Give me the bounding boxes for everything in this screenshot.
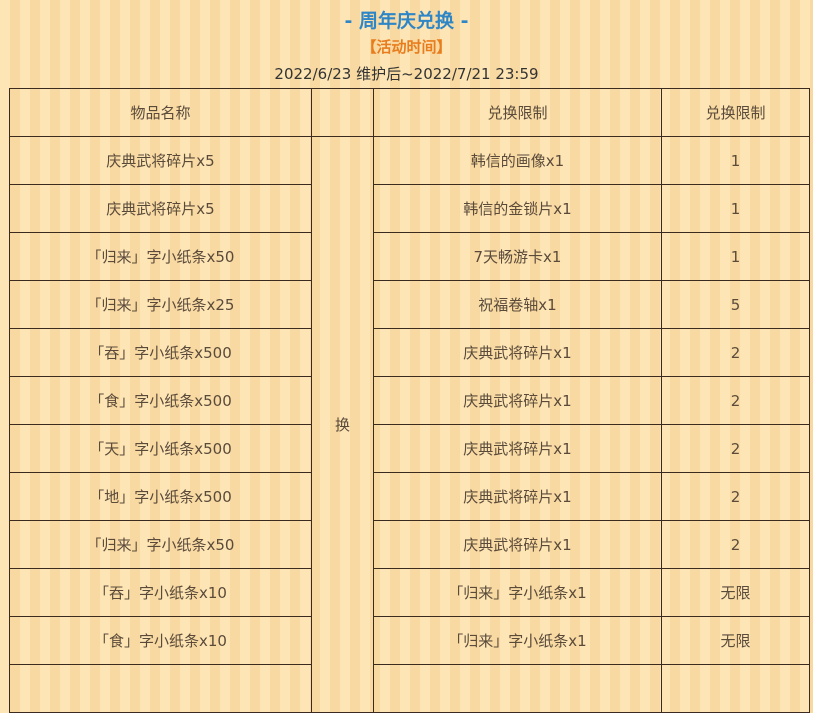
reward-cell: 庆典武将碎片x1 <box>373 520 662 569</box>
table-row: 「归来」字小纸条x25 祝福卷轴x1 5 <box>9 280 810 329</box>
column-header-item: 物品名称 <box>9 88 312 137</box>
column-header-blank <box>311 88 374 137</box>
limit-cell <box>661 664 810 713</box>
exchange-label: 换 <box>311 136 374 713</box>
table-row <box>9 664 810 713</box>
event-time-label: 【活动时间】 <box>361 38 452 56</box>
item-cell: 「吞」字小纸条x500 <box>9 328 312 377</box>
limit-cell: 无限 <box>661 616 810 665</box>
table-row: 「天」字小纸条x500 庆典武将碎片x1 2 <box>9 424 810 473</box>
item-cell: 「地」字小纸条x500 <box>9 472 312 521</box>
item-cell: 「归来」字小纸条x25 <box>9 280 312 329</box>
page-title: - 周年庆兑换 - <box>344 10 469 32</box>
column-header-limit: 兑换限制 <box>661 88 810 137</box>
limit-cell: 1 <box>661 232 810 281</box>
item-cell: 「天」字小纸条x500 <box>9 424 312 473</box>
limit-cell: 2 <box>661 520 810 569</box>
reward-cell <box>373 664 662 713</box>
reward-cell: 庆典武将碎片x1 <box>373 472 662 521</box>
limit-cell: 2 <box>661 424 810 473</box>
reward-cell: 「归来」字小纸条x1 <box>373 616 662 665</box>
limit-cell: 5 <box>661 280 810 329</box>
item-cell: 「食」字小纸条x10 <box>9 616 312 665</box>
reward-cell: 「归来」字小纸条x1 <box>373 568 662 617</box>
table-row: 「归来」字小纸条x50 7天畅游卡x1 1 <box>9 232 810 281</box>
item-cell <box>9 664 312 713</box>
reward-cell: 7天畅游卡x1 <box>373 232 662 281</box>
table-row: 庆典武将碎片x5 换 韩信的画像x1 1 <box>9 136 810 713</box>
table-row: 「归来」字小纸条x50 庆典武将碎片x1 2 <box>9 520 810 569</box>
item-cell: 「归来」字小纸条x50 <box>9 520 312 569</box>
reward-cell: 庆典武将碎片x1 <box>373 424 662 473</box>
table-row: 「吞」字小纸条x10 「归来」字小纸条x1 无限 <box>9 568 810 617</box>
table-row: 「吞」字小纸条x500 庆典武将碎片x1 2 <box>9 328 810 377</box>
limit-cell: 2 <box>661 472 810 521</box>
column-header-reward: 兑换限制 <box>373 88 662 137</box>
item-cell: 「归来」字小纸条x50 <box>9 232 312 281</box>
table-row: 「食」字小纸条x500 庆典武将碎片x1 2 <box>9 376 810 425</box>
exchange-table: 物品名称 兑换限制 兑换限制 庆典武将碎片x5 换 韩信的画像x1 1 庆典武将… <box>9 88 810 713</box>
item-cell: 庆典武将碎片x5 <box>9 184 312 233</box>
item-cell: 庆典武将碎片x5 <box>9 136 312 185</box>
limit-cell: 2 <box>661 328 810 377</box>
limit-cell: 1 <box>661 136 810 185</box>
table-row: 「食」字小纸条x10 「归来」字小纸条x1 无限 <box>9 616 810 665</box>
reward-cell: 庆典武将碎片x1 <box>373 376 662 425</box>
reward-cell: 庆典武将碎片x1 <box>373 328 662 377</box>
table-header-row: 物品名称 兑换限制 兑换限制 <box>9 88 810 137</box>
event-period: 2022/6/23 维护后~2022/7/21 23:59 <box>274 65 539 83</box>
limit-cell: 1 <box>661 184 810 233</box>
limit-cell: 2 <box>661 376 810 425</box>
reward-cell: 韩信的画像x1 <box>373 136 662 185</box>
item-cell: 「食」字小纸条x500 <box>9 376 312 425</box>
limit-cell: 无限 <box>661 568 810 617</box>
table-row: 庆典武将碎片x5 韩信的金锁片x1 1 <box>9 184 810 233</box>
reward-cell: 祝福卷轴x1 <box>373 280 662 329</box>
table-row: 「地」字小纸条x500 庆典武将碎片x1 2 <box>9 472 810 521</box>
item-cell: 「吞」字小纸条x10 <box>9 568 312 617</box>
reward-cell: 韩信的金锁片x1 <box>373 184 662 233</box>
